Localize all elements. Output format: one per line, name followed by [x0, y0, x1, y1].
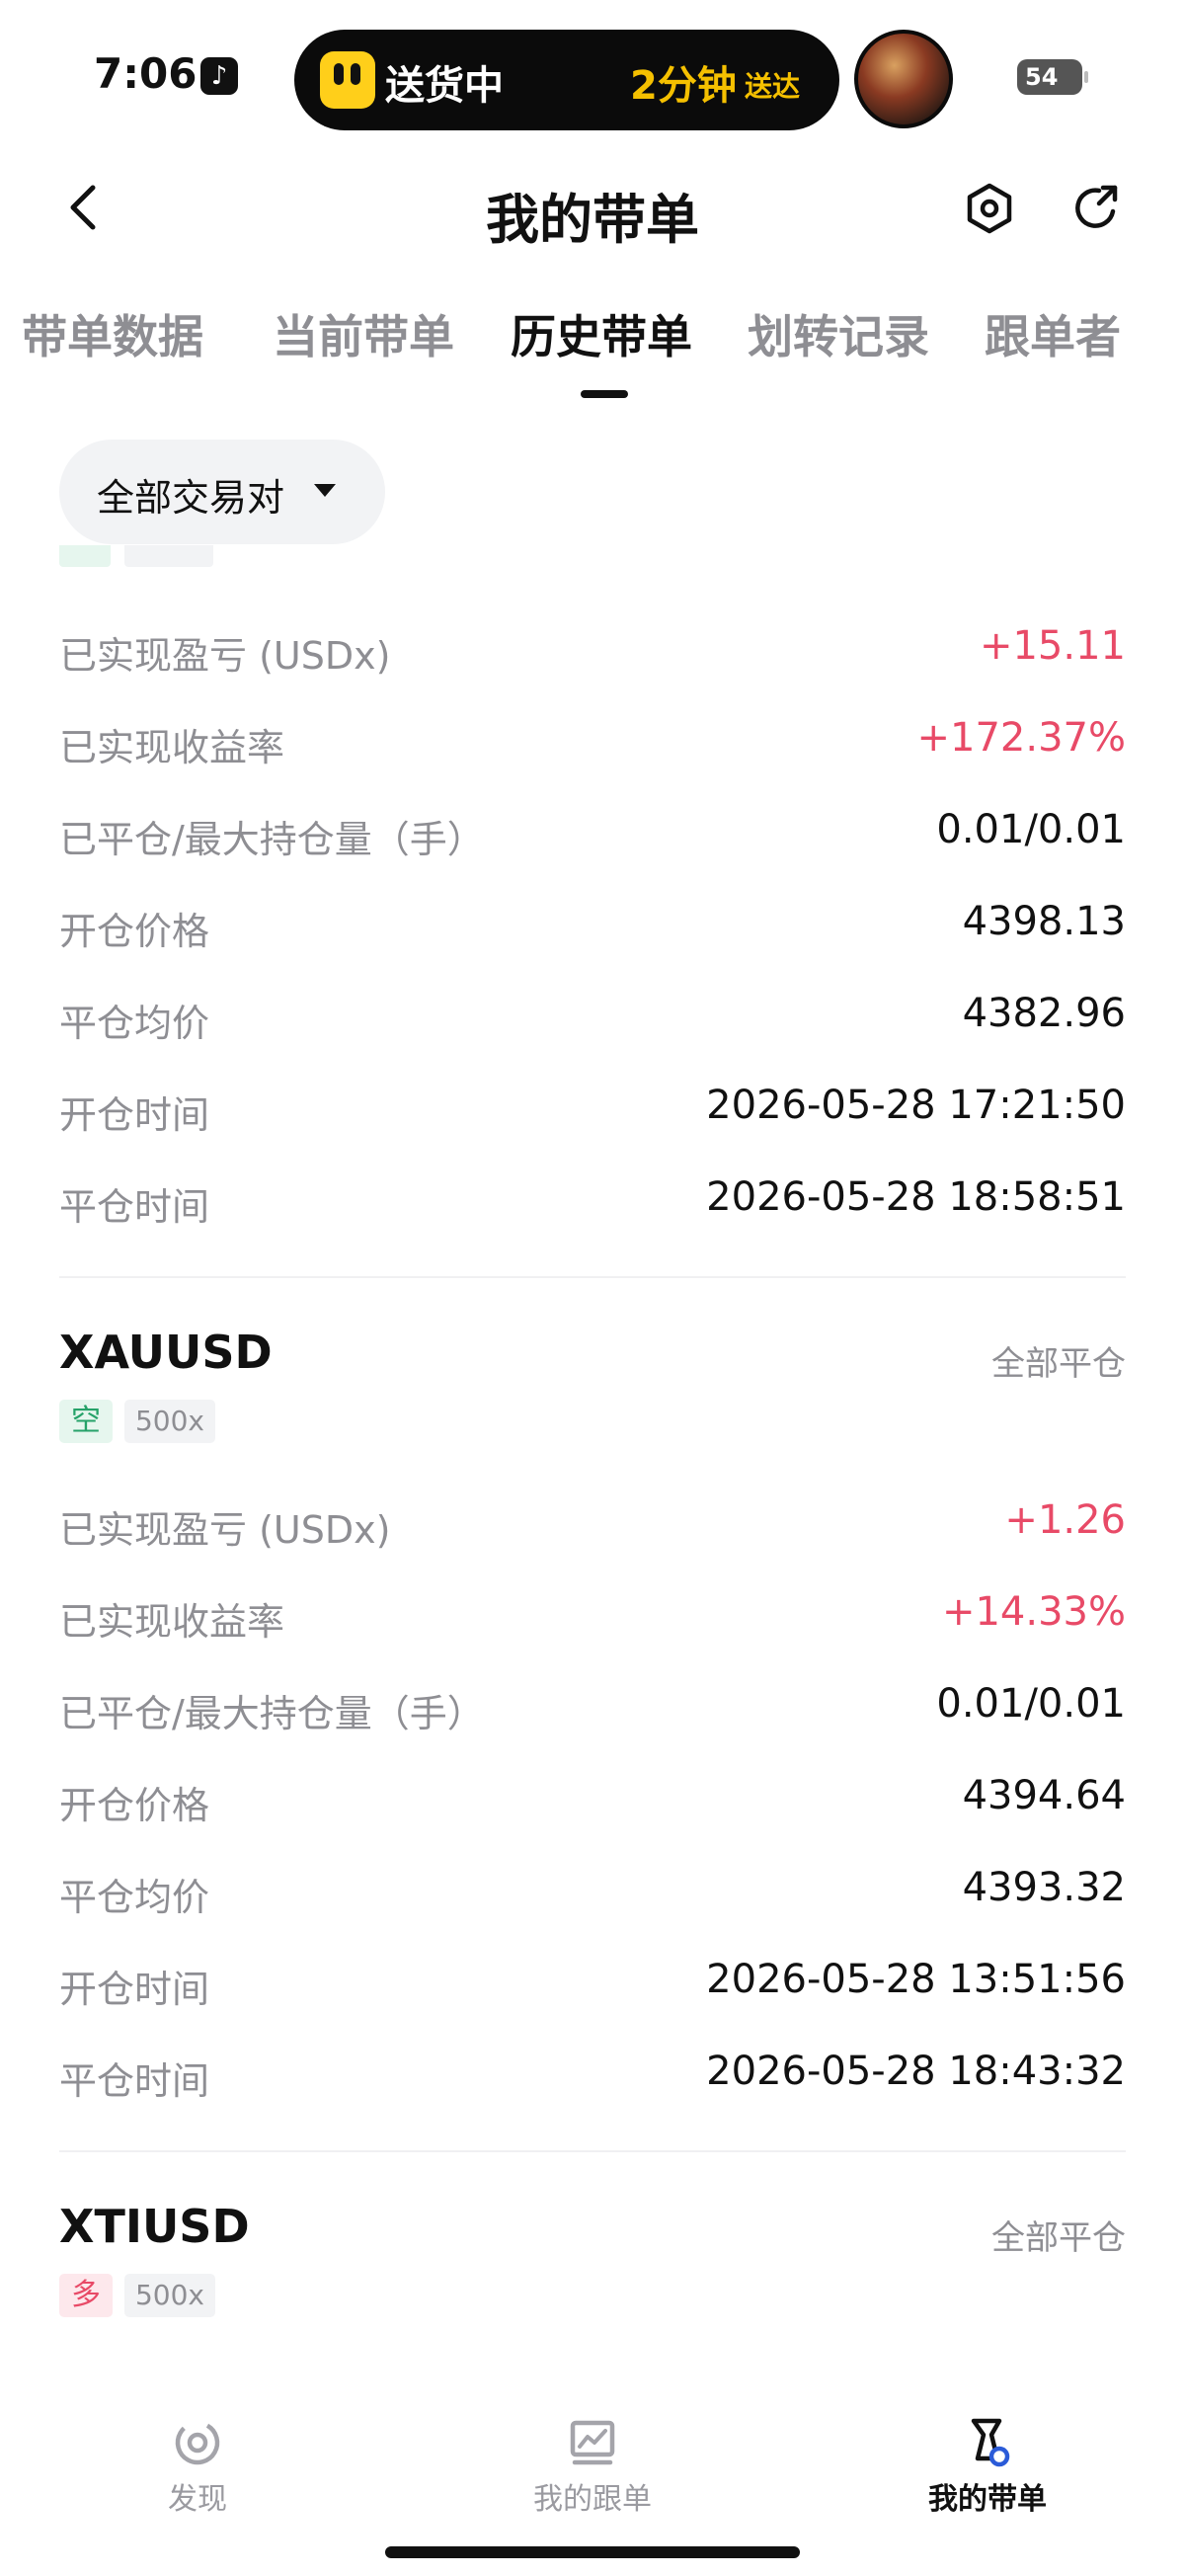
battery-icon: 54: [1017, 59, 1088, 95]
open-time-value: 2026-05-28 17:21:50: [706, 1083, 1126, 1128]
tab-current-lead[interactable]: 当前带单: [273, 301, 454, 366]
row-realized-rate: 已实现收益率 +14.33%: [59, 1589, 1126, 1644]
row-realized-pnl: 已实现盈亏 (USDx) +1.26: [59, 1497, 1126, 1552]
dynamic-island-delivery[interactable]: 送货中 2分钟 送达: [294, 30, 839, 130]
row-closed-max: 已平仓/最大持仓量（手） 0.01/0.01: [59, 807, 1126, 861]
direction-tag: 空: [59, 1400, 113, 1443]
realized-rate-value: +14.33%: [941, 1589, 1126, 1635]
clipped-order-tags: [59, 545, 257, 567]
delivery-eta-suffix: 送达: [745, 70, 801, 103]
closed-max-value: 0.01/0.01: [936, 1681, 1126, 1727]
realized-rate-value: +172.37%: [916, 715, 1126, 761]
open-price-value: 4398.13: [962, 899, 1126, 944]
tab-indicator: [581, 390, 628, 398]
leverage-tag: 500x: [124, 1400, 215, 1443]
lead-trade-icon: [971, 2418, 1010, 2467]
tab-bar: 带单数据 当前带单 历史带单 划转记录 跟单者: [0, 301, 1185, 410]
realized-pnl-value: +1.26: [1004, 1497, 1126, 1543]
leverage-tag: 500x: [124, 2274, 215, 2317]
share-icon[interactable]: [1069, 182, 1123, 235]
order-symbol[interactable]: XTIUSD: [59, 2200, 250, 2253]
row-realized-rate: 已实现收益率 +172.37%: [59, 715, 1126, 769]
status-time: 7:06: [94, 49, 198, 98]
row-realized-pnl: 已实现盈亏 (USDx) +15.11: [59, 623, 1126, 678]
order-symbol[interactable]: XAUUSD: [59, 1326, 273, 1379]
chart-card-icon: [570, 2420, 615, 2465]
status-bar: 7:06 ♪ 送货中 2分钟 送达 54: [0, 0, 1185, 148]
caret-down-icon: [314, 484, 336, 497]
tab-transfer-records[interactable]: 划转记录: [748, 301, 929, 366]
delivery-app-logo-icon: [320, 51, 375, 109]
row-close-avg: 平仓均价 4393.32: [59, 1865, 1126, 1919]
close-time-value: 2026-05-28 18:58:51: [706, 1174, 1126, 1220]
row-open-price: 开仓价格 4394.64: [59, 1773, 1126, 1827]
row-close-avg: 平仓均价 4382.96: [59, 991, 1126, 1045]
delivery-eta: 2分钟: [630, 63, 737, 109]
open-time-value: 2026-05-28 13:51:56: [706, 1957, 1126, 2002]
nav-bar: 我的带单: [0, 158, 1185, 257]
tab-history-lead[interactable]: 历史带单: [511, 301, 692, 366]
discover-icon: [175, 2420, 220, 2465]
row-open-price: 开仓价格 4398.13: [59, 899, 1126, 953]
delivery-status: 送货中: [385, 63, 504, 109]
bottom-nav-discover[interactable]: 发现: [79, 2415, 316, 2518]
close-time-value: 2026-05-28 18:43:32: [706, 2049, 1126, 2094]
divider: [59, 2150, 1126, 2152]
order-close-status: 全部平仓: [991, 1344, 1126, 1384]
row-close-time: 平仓时间 2026-05-28 18:43:32: [59, 2049, 1126, 2103]
tab-lead-data[interactable]: 带单数据: [22, 301, 203, 366]
pair-filter-dropdown[interactable]: 全部交易对: [59, 440, 385, 544]
live-activity-avatar[interactable]: [854, 30, 953, 128]
divider: [59, 1276, 1126, 1278]
home-indicator: [385, 2546, 800, 2558]
row-open-time: 开仓时间 2026-05-28 17:21:50: [59, 1083, 1126, 1137]
bottom-nav-my-copy[interactable]: 我的跟单: [474, 2415, 711, 2518]
bottom-nav-my-lead[interactable]: 我的带单: [869, 2415, 1106, 2518]
open-price-value: 4394.64: [962, 1773, 1126, 1818]
row-close-time: 平仓时间 2026-05-28 18:58:51: [59, 1174, 1126, 1229]
pair-filter-label: 全部交易对: [97, 476, 285, 520]
order-close-status: 全部平仓: [991, 2218, 1126, 2258]
realized-pnl-value: +15.11: [979, 623, 1126, 669]
closed-max-value: 0.01/0.01: [936, 807, 1126, 852]
row-open-time: 开仓时间 2026-05-28 13:51:56: [59, 1957, 1126, 2011]
bottom-nav: 发现 我的跟单 我的带单: [0, 2366, 1185, 2576]
settings-icon[interactable]: [963, 182, 1016, 235]
close-avg-value: 4382.96: [962, 991, 1126, 1036]
row-closed-max: 已平仓/最大持仓量（手） 0.01/0.01: [59, 1681, 1126, 1735]
tiktok-icon: ♪: [200, 57, 238, 95]
tab-followers[interactable]: 跟单者: [985, 301, 1121, 366]
battery-level: 54: [1025, 63, 1059, 91]
direction-tag: 多: [59, 2274, 113, 2317]
close-avg-value: 4393.32: [962, 1865, 1126, 1910]
